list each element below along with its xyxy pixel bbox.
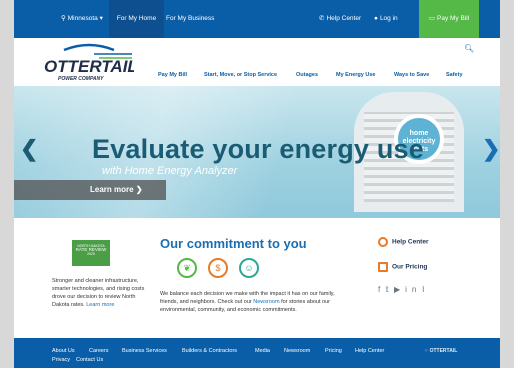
footer-careers[interactable]: Careers xyxy=(89,348,109,354)
page: ⚲ Minnesota ▾ For My Home For My Business… xyxy=(14,0,500,368)
pricing-icon xyxy=(378,262,388,272)
rate-review-learn-more-link[interactable]: Learn more xyxy=(86,302,114,308)
hero-subtitle: with Home Energy Analyzer xyxy=(102,165,238,177)
pay-my-bill-button[interactable]: ▭ Pay My Bill xyxy=(419,0,479,38)
footer-contact-us[interactable]: Contact Us xyxy=(76,357,103,363)
newsroom-link[interactable]: Newsroom xyxy=(253,299,279,305)
footer: About Us Careers Business Services Build… xyxy=(14,338,500,368)
lifebuoy-icon xyxy=(378,237,388,247)
chevron-right-icon: ❯ xyxy=(135,185,143,194)
money-icon[interactable]: $ xyxy=(208,258,228,278)
nav-safety[interactable]: Safety xyxy=(446,72,463,84)
youtube-icon[interactable]: ▶ xyxy=(394,285,405,294)
rate-review-text: Stronger and cleaner infrastructure, sma… xyxy=(52,278,145,308)
twitter-icon[interactable]: 𝕥 xyxy=(385,285,394,294)
footer-business-services[interactable]: Business Services xyxy=(122,348,167,354)
help-center-link[interactable]: ✆ Help Center xyxy=(319,0,361,38)
social-links: f𝕥▶in⌇ xyxy=(378,285,430,294)
otter-tail-logo[interactable]: OTTERTAIL POWER COMPANY xyxy=(44,42,138,88)
footer-help-center[interactable]: Help Center xyxy=(355,348,384,354)
footer-privacy[interactable]: Privacy xyxy=(52,357,70,363)
phone-icon: ✆ xyxy=(319,15,325,22)
hero-learn-more-button[interactable]: Learn more ❯ xyxy=(14,180,166,200)
tab-for-my-business[interactable]: For My Business xyxy=(166,0,214,38)
nav-outages[interactable]: Outages xyxy=(296,72,318,84)
nav-my-energy-use[interactable]: My Energy Use xyxy=(336,72,375,84)
nav-ways-to-save[interactable]: Ways to Save xyxy=(394,72,429,84)
search-icon[interactable]: 🔍︎ xyxy=(464,44,474,53)
card-icon: ▭ xyxy=(428,15,435,22)
rss-icon[interactable]: ⌇ xyxy=(421,285,430,294)
leaf-icon[interactable]: ❦ xyxy=(177,258,197,278)
hero-banner: home electricity costs Evaluate your ene… xyxy=(14,86,500,218)
commitment-text: We balance each decision we make with th… xyxy=(160,291,335,313)
tab-for-my-home[interactable]: For My Home xyxy=(109,0,164,38)
region-selector[interactable]: ⚲ Minnesota ▾ xyxy=(61,0,103,38)
nav-pay-my-bill[interactable]: Pay My Bill xyxy=(158,72,187,84)
footer-about-us[interactable]: About Us xyxy=(52,348,75,354)
footer-builders-contractors[interactable]: Builders & Contractors xyxy=(182,348,237,354)
help-center-side-link[interactable]: Help Center xyxy=(378,237,428,247)
location-pin-icon: ⚲ xyxy=(61,15,66,22)
footer-logo: ⁘ OTTERTAIL xyxy=(424,348,458,354)
carousel-next-arrow[interactable]: ❯ xyxy=(482,136,500,162)
footer-media[interactable]: Media xyxy=(255,348,270,354)
footer-pricing[interactable]: Pricing xyxy=(325,348,342,354)
hero-title: Evaluate your energy use xyxy=(92,134,424,164)
community-icon[interactable]: ☺ xyxy=(239,258,259,278)
our-pricing-link[interactable]: Our Pricing xyxy=(378,262,427,272)
svg-text:POWER COMPANY: POWER COMPANY xyxy=(58,76,104,82)
commitment-heading: Our commitment to you xyxy=(160,236,307,251)
nd-rate-review-logo[interactable]: NORTH DAKOTA RATE REVIEW 2020 xyxy=(72,240,110,266)
login-link[interactable]: ● Log in xyxy=(374,0,398,38)
svg-text:OTTERTAIL: OTTERTAIL xyxy=(44,57,134,76)
linkedin-icon[interactable]: in xyxy=(405,285,421,294)
top-utility-bar: ⚲ Minnesota ▾ For My Home For My Business… xyxy=(14,0,500,38)
user-icon: ● xyxy=(374,15,378,22)
otter-tail-logo-graphic: OTTERTAIL POWER COMPANY xyxy=(44,43,138,82)
nav-start-move-stop[interactable]: Start, Move, or Stop Service xyxy=(204,72,277,84)
carousel-prev-arrow[interactable]: ❮ xyxy=(20,136,38,162)
footer-newsroom[interactable]: Newsroom xyxy=(284,348,310,354)
